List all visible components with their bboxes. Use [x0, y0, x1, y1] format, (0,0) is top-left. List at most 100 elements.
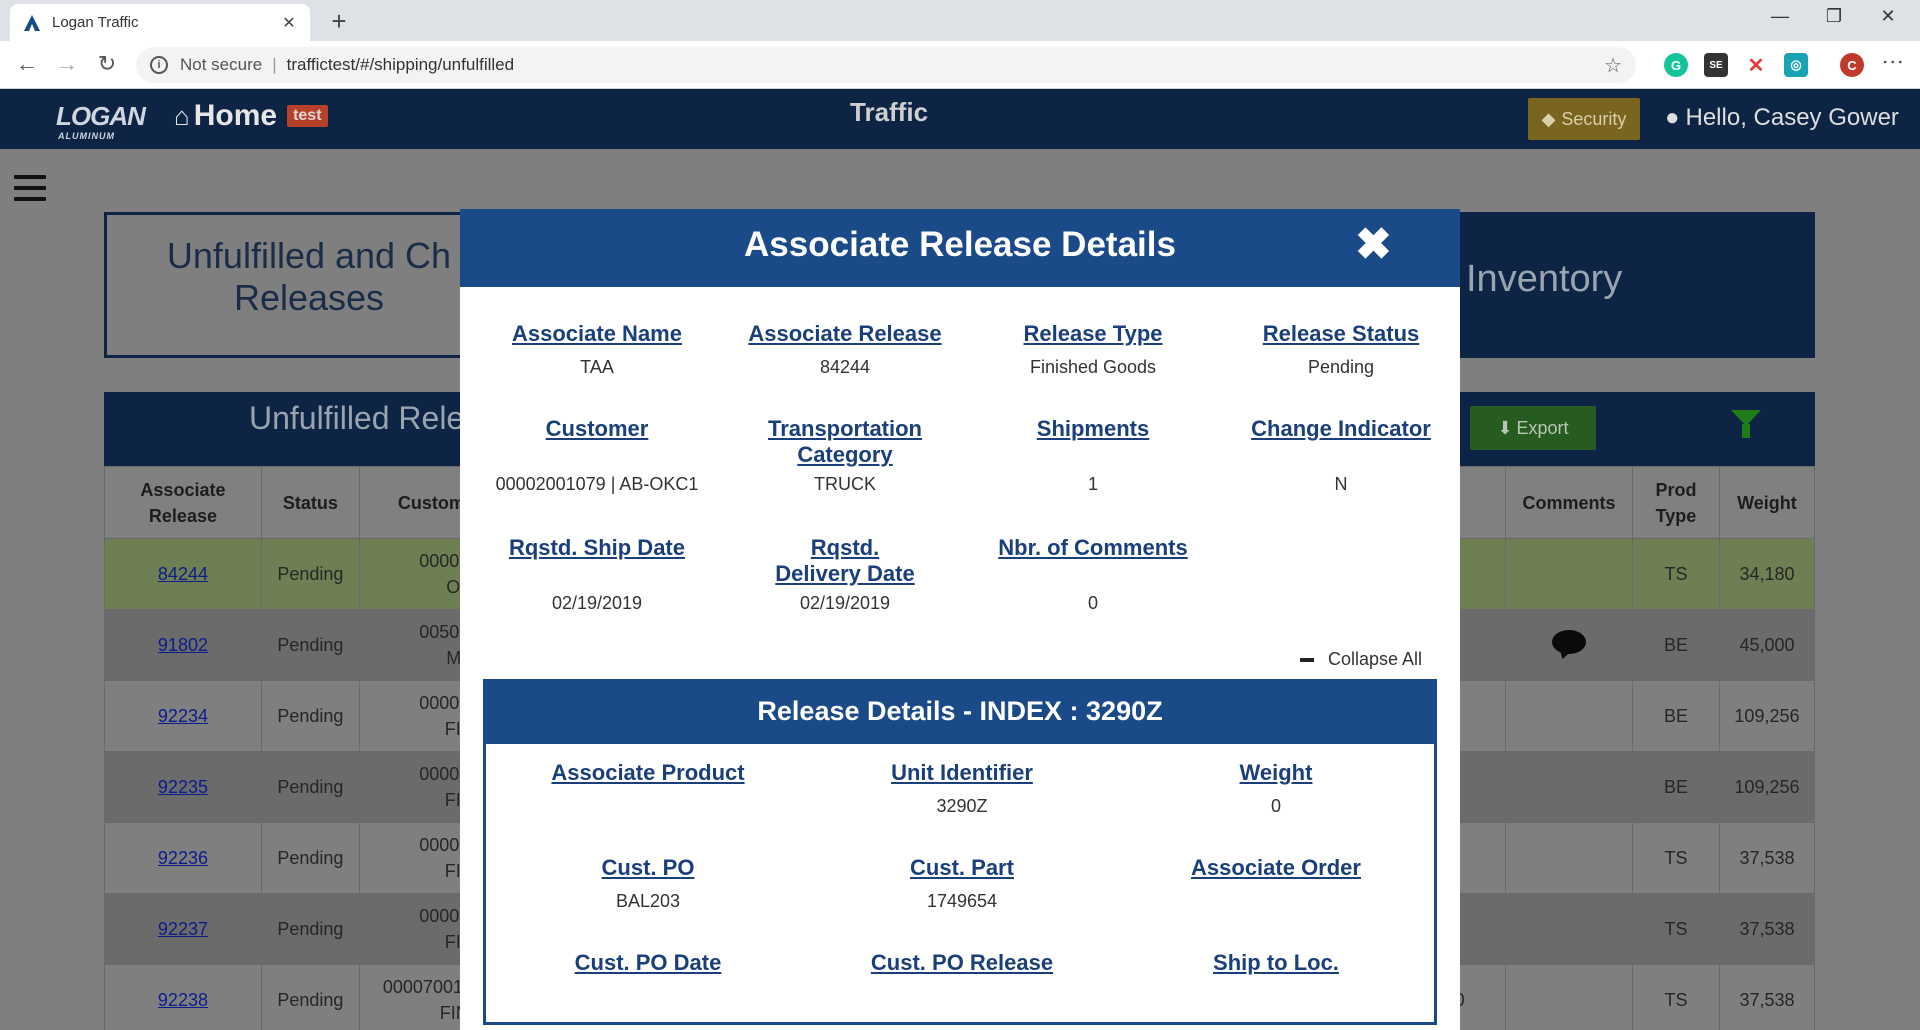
screen-extension-icon[interactable]: ◎ [1784, 53, 1808, 77]
prod-type-cell: BE [1632, 680, 1720, 752]
unfulfilled-card-title: Unfulfilled and Ch Releases [166, 235, 452, 318]
rqstd-ship-date-label[interactable]: Rqstd. Ship Date [487, 535, 707, 587]
reload-button[interactable]: ↻ [92, 51, 122, 77]
filter-icon[interactable] [1731, 410, 1761, 438]
close-window-button[interactable]: ✕ [1868, 6, 1908, 27]
release-link[interactable]: 92236 [158, 848, 208, 868]
comments-cell [1505, 893, 1633, 965]
rqstd-delivery-date-label[interactable]: Rqstd. Delivery Date [735, 535, 955, 587]
comments-cell [1505, 822, 1633, 894]
forward-button[interactable]: → [52, 51, 82, 77]
info-icon[interactable]: i [150, 56, 168, 74]
hamburger-menu-icon[interactable] [14, 175, 46, 203]
tab-close-icon[interactable]: ✕ [280, 13, 298, 33]
release-link[interactable]: 92237 [158, 919, 208, 939]
home-link[interactable]: ⌂ Home test [174, 99, 328, 133]
back-button[interactable]: ← [12, 51, 42, 77]
associate-order-label[interactable]: Associate Order [1126, 855, 1426, 881]
rqstd-ship-date-value: 02/19/2019 [551, 593, 643, 613]
logan-logo-subtitle: ALUMINUM [58, 131, 115, 141]
release-cell: 92234 [104, 680, 262, 752]
maximize-button[interactable]: ❐ [1814, 6, 1854, 27]
status-cell: Pending [260, 538, 360, 610]
field-cust-po-date: Cust. PO Date [498, 950, 798, 986]
field-rqstd-ship-date: Rqstd. Ship Date 02/19/2019 [487, 535, 707, 614]
security-status: Not secure [180, 55, 263, 74]
weight-cell: 45,000 [1718, 609, 1816, 681]
unit-identifier-label[interactable]: Unit Identifier [812, 760, 1112, 786]
release-link[interactable]: 92238 [158, 990, 208, 1010]
comments-cell [1505, 680, 1633, 752]
col-prod-type[interactable]: Prod Type [1632, 466, 1720, 539]
field-release-type: Release Type Finished Goods [983, 321, 1203, 378]
release-link[interactable]: 84244 [158, 564, 208, 584]
associate-product-label[interactable]: Associate Product [498, 760, 798, 786]
user-icon: ● [1665, 104, 1680, 131]
browser-menu-icon[interactable]: ⋮ [1880, 51, 1906, 71]
cust-po-label[interactable]: Cust. PO [498, 855, 798, 881]
comment-bubble-icon[interactable] [1552, 629, 1587, 654]
release-cell: 91802 [104, 609, 262, 681]
minimize-button[interactable]: — [1760, 6, 1800, 27]
prod-type-cell: BE [1632, 751, 1720, 823]
release-link[interactable]: 91802 [158, 635, 208, 655]
release-type-label[interactable]: Release Type [983, 321, 1203, 347]
url-text[interactable]: traffictest/#/shipping/unfulfilled [287, 55, 514, 75]
associate-name-label[interactable]: Associate Name [487, 321, 707, 347]
rqstd-delivery-date-value: 02/19/2019 [799, 593, 891, 613]
app-page: LOGAN ALUMINUM ⌂ Home test Traffic ◆ Sec… [0, 89, 1920, 1030]
field-cust-po-release: Cust. PO Release [812, 950, 1112, 986]
field-associate-order: Associate Order [1126, 855, 1426, 891]
security-button[interactable]: ◆ Security [1528, 98, 1640, 140]
browser-tab[interactable]: Logan Traffic ✕ [10, 4, 310, 41]
minus-icon [1300, 657, 1314, 662]
inventory-card-title: Inventory [1466, 258, 1623, 300]
env-badge: test [287, 105, 328, 127]
prod-type-cell: TS [1632, 893, 1720, 965]
change-indicator-label[interactable]: Change Indicator [1231, 416, 1451, 468]
unfulfilled-card[interactable]: Unfulfilled and Ch Releases [104, 212, 514, 358]
close-icon[interactable]: ✖ [1355, 223, 1392, 267]
release-cell: 92237 [104, 893, 262, 965]
shipments-value: 1 [1087, 474, 1098, 494]
cust-part-label[interactable]: Cust. Part [812, 855, 1112, 881]
download-icon: ⬇ [1497, 417, 1513, 438]
grammarly-extension-icon[interactable]: G [1664, 53, 1688, 77]
associate-release-label[interactable]: Associate Release [735, 321, 955, 347]
col-weight[interactable]: Weight [1718, 466, 1816, 539]
shipments-label[interactable]: Shipments [983, 416, 1203, 468]
logan-logo[interactable]: LOGAN [56, 101, 146, 132]
status-cell: Pending [260, 751, 360, 823]
weight-label[interactable]: Weight [1126, 760, 1426, 786]
cust-po-date-label[interactable]: Cust. PO Date [498, 950, 798, 976]
collapse-all-toggle[interactable]: Collapse All [1300, 649, 1422, 670]
nbr-comments-value: 0 [1087, 593, 1098, 613]
url-separator: | [272, 55, 277, 74]
export-button[interactable]: ⬇ Export [1470, 406, 1596, 450]
cust-po-release-label[interactable]: Cust. PO Release [812, 950, 1112, 976]
nbr-comments-label[interactable]: Nbr. of Comments [983, 535, 1203, 587]
weight-value: 0 [1270, 796, 1281, 816]
se-extension-icon[interactable]: SE [1704, 53, 1728, 77]
inventory-card[interactable]: Inventory [1440, 212, 1815, 358]
ship-to-loc-label[interactable]: Ship to Loc. [1126, 950, 1426, 976]
release-link[interactable]: 92235 [158, 777, 208, 797]
release-link[interactable]: 92234 [158, 706, 208, 726]
x-extension-icon[interactable]: ✕ [1744, 53, 1768, 77]
release-status-label[interactable]: Release Status [1231, 321, 1451, 347]
status-cell: Pending [260, 964, 360, 1030]
bookmark-star-icon[interactable]: ☆ [1604, 53, 1622, 78]
col-status[interactable]: Status [260, 466, 360, 539]
weight-cell: 109,256 [1718, 680, 1816, 752]
field-associate-product: Associate Product [498, 760, 798, 796]
user-greeting[interactable]: ● Hello, Casey Gower [1665, 104, 1899, 132]
col-comments[interactable]: Comments [1505, 466, 1633, 539]
security-label: Security [1561, 108, 1627, 129]
col-associate-release[interactable]: Associate Release [104, 466, 262, 539]
associate-name-value: TAA [580, 357, 614, 377]
profile-avatar[interactable]: C [1840, 53, 1864, 77]
url-bar[interactable]: i Not secure | traffictest/#/shipping/un… [136, 47, 1636, 83]
customer-label[interactable]: Customer [487, 416, 707, 468]
transportation-category-label[interactable]: Transportation Category [735, 416, 955, 468]
new-tab-button[interactable]: + [324, 6, 354, 37]
